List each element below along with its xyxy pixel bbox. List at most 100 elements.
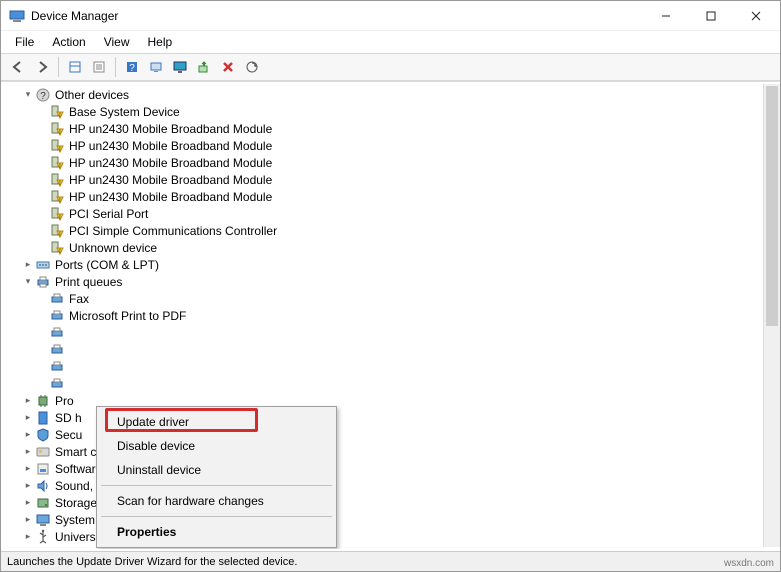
separator <box>101 485 332 486</box>
tree-label: Microsoft Print to PDF <box>69 309 186 323</box>
tree-label: HP un2430 Mobile Broadband Module <box>69 173 272 187</box>
titlebar: Device Manager <box>1 1 780 31</box>
menu-view[interactable]: View <box>96 33 138 51</box>
tree-item[interactable]: ! HP un2430 Mobile Broadband Module <box>1 171 780 188</box>
context-menu-disable-device[interactable]: Disable device <box>99 434 334 458</box>
chevron-right-icon[interactable]: ▸ <box>21 514 35 525</box>
warning-device-icon: ! <box>49 121 65 137</box>
sound-icon <box>35 478 51 494</box>
tree-item-fax[interactable]: Fax <box>1 290 780 307</box>
warning-device-icon: ! <box>49 172 65 188</box>
tree-item[interactable]: !HP un2430 Mobile Broadband Module <box>1 188 780 205</box>
warning-device-icon: ! <box>49 189 65 205</box>
maximize-button[interactable] <box>688 2 733 30</box>
tree-label: HP un2430 Mobile Broadband Module <box>69 122 272 136</box>
separator <box>101 516 332 517</box>
context-menu-update-driver[interactable]: Update driver <box>99 410 334 434</box>
tree-label: SD h <box>55 411 82 425</box>
menu-help[interactable]: Help <box>140 33 181 51</box>
printer-icon <box>49 359 65 375</box>
tree-label: Fax <box>69 292 89 306</box>
tree-label: Secu <box>55 428 82 442</box>
tree-label: Print queues <box>55 275 122 289</box>
statusbar: Launches the Update Driver Wizard for th… <box>1 551 780 571</box>
tree-label: Unknown device <box>69 241 157 255</box>
system-icon <box>35 512 51 528</box>
statusbar-text: Launches the Update Driver Wizard for th… <box>7 556 297 568</box>
scrollbar-thumb[interactable] <box>766 86 778 326</box>
tree-item[interactable]: !Base System Device <box>1 103 780 120</box>
chevron-right-icon[interactable]: ▸ <box>21 429 35 440</box>
forward-button[interactable] <box>31 56 53 78</box>
tree-label: Pro <box>55 394 74 408</box>
tree-category-print-queues[interactable]: ▾ Print queues <box>1 273 780 290</box>
printer-icon <box>49 325 65 341</box>
tree-item-print-to-pdf[interactable]: Microsoft Print to PDF <box>1 307 780 324</box>
chevron-down-icon[interactable]: ▾ <box>21 276 35 287</box>
computer-button[interactable] <box>145 56 167 78</box>
chevron-right-icon[interactable]: ▸ <box>21 463 35 474</box>
back-button[interactable] <box>7 56 29 78</box>
processor-icon <box>35 393 51 409</box>
minimize-button[interactable] <box>643 2 688 30</box>
menu-file[interactable]: File <box>7 33 42 51</box>
tree-item[interactable]: !PCI Serial Port <box>1 205 780 222</box>
toolbar: ? <box>1 53 780 81</box>
tree-category-other-devices[interactable]: ▾ ? Other devices <box>1 86 780 103</box>
chevron-right-icon[interactable]: ▸ <box>21 531 35 542</box>
chevron-right-icon[interactable]: ▸ <box>21 446 35 457</box>
other-devices-icon: ? <box>35 87 51 103</box>
svg-text:?: ? <box>129 63 135 74</box>
tree-item[interactable]: !HP un2430 Mobile Broadband Module <box>1 154 780 171</box>
help-button[interactable]: ? <box>121 56 143 78</box>
tree-item[interactable]: !Unknown device <box>1 239 780 256</box>
menu-action[interactable]: Action <box>44 33 93 51</box>
sd-icon <box>35 410 51 426</box>
tree-item[interactable]: ! HP un2430 Mobile Broadband Module <box>1 120 780 137</box>
window-title: Device Manager <box>31 9 118 23</box>
tree-label: PCI Simple Communications Controller <box>69 224 277 238</box>
chevron-right-icon[interactable]: ▸ <box>21 412 35 423</box>
tree-label: Ports (COM & LPT) <box>55 258 159 272</box>
context-menu-scan-hardware[interactable]: Scan for hardware changes <box>99 489 334 513</box>
chevron-right-icon[interactable]: ▸ <box>21 480 35 491</box>
chevron-right-icon[interactable]: ▸ <box>21 259 35 270</box>
printer-icon <box>35 274 51 290</box>
tree-label: PCI Serial Port <box>69 207 148 221</box>
close-button[interactable] <box>733 2 778 30</box>
tree-item[interactable] <box>1 341 780 358</box>
show-hidden-button[interactable] <box>64 56 86 78</box>
security-icon <box>35 427 51 443</box>
printer-icon <box>49 291 65 307</box>
separator <box>115 57 116 77</box>
tree-label: HP un2430 Mobile Broadband Module <box>69 139 272 153</box>
tree-item[interactable] <box>1 358 780 375</box>
chevron-right-icon[interactable]: ▸ <box>21 395 35 406</box>
software-icon <box>35 461 51 477</box>
context-menu-uninstall-device[interactable]: Uninstall device <box>99 458 334 482</box>
ports-icon <box>35 257 51 273</box>
warning-device-icon: ! <box>49 138 65 154</box>
chevron-down-icon[interactable]: ▾ <box>21 89 35 100</box>
tree-item[interactable]: ! PCI Simple Communications Controller <box>1 222 780 239</box>
vertical-scrollbar[interactable] <box>763 84 780 547</box>
properties-button[interactable] <box>88 56 110 78</box>
context-menu-properties[interactable]: Properties <box>99 520 334 544</box>
warning-device-icon: ! <box>49 223 65 239</box>
separator <box>58 57 59 77</box>
storage-icon <box>35 495 51 511</box>
tree-item[interactable] <box>1 375 780 392</box>
svg-text:?: ? <box>40 91 46 102</box>
scan-button[interactable] <box>241 56 263 78</box>
chevron-right-icon[interactable]: ▸ <box>21 497 35 508</box>
warning-device-icon: ! <box>49 104 65 120</box>
smart-card-icon <box>35 444 51 460</box>
enable-button[interactable] <box>193 56 215 78</box>
delete-button[interactable] <box>217 56 239 78</box>
monitor-button[interactable] <box>169 56 191 78</box>
menubar: File Action View Help <box>1 31 780 53</box>
tree-item[interactable] <box>1 324 780 341</box>
tree-category-ports[interactable]: ▸ Ports (COM & LPT) <box>1 256 780 273</box>
printer-icon <box>49 342 65 358</box>
tree-item[interactable]: ! HP un2430 Mobile Broadband Module <box>1 137 780 154</box>
